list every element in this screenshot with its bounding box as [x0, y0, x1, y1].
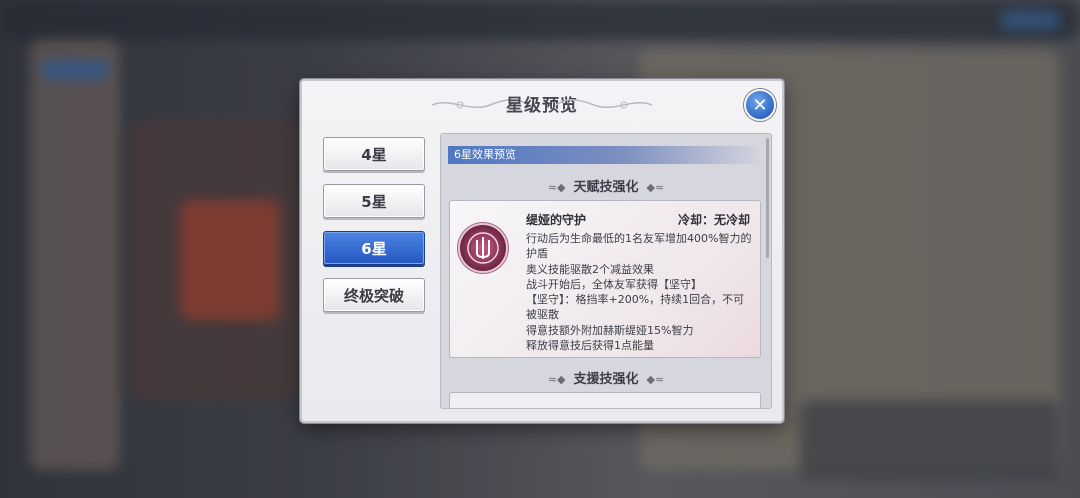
close-icon: ✕ — [752, 94, 768, 116]
section-ornament-icon: ◆≈ — [646, 373, 665, 386]
section-title-support: ≈◆ 支援技强化 ◆≈ — [547, 372, 665, 387]
skill-cooldown: 冷却：无冷却 — [677, 213, 750, 227]
title-ornament-right-icon — [555, 99, 653, 109]
section-ornament-icon: ≈◆ — [547, 373, 566, 386]
dialog-title-bar: 星级预览 ✕ — [302, 81, 782, 127]
skill-desc-line: 行动后为生命最低的1名友军增加400%智力的护盾 — [526, 232, 752, 261]
skill-card: 缇娅的守护 冷却：无冷却 行动后为生命最低的1名友军增加400%智力的护盾 奥义… — [449, 200, 761, 358]
section-ornament-icon: ≈◆ — [547, 181, 566, 194]
skill-description: 行动后为生命最低的1名友军增加400%智力的护盾 奥义技能驱散2个减益效果 战斗… — [526, 231, 754, 353]
tab-ultimate-breakthrough[interactable]: 终极突破 — [323, 278, 425, 312]
tab-6-star[interactable]: 6星 — [323, 231, 425, 265]
skill-desc-line: 战斗开始后，全体友军获得【坚守】 — [526, 277, 702, 291]
skill-desc-line: 释放得意技后获得1点能量 — [526, 339, 654, 353]
skill-desc-line: 【坚守】：格挡率+200%，持续1回合，不可被驱散 — [526, 293, 745, 322]
skill-name: 缇娅的守护 — [526, 213, 587, 227]
dialog-title: 星级预览 — [506, 96, 578, 116]
skill-desc-line: 奥义技能驱散2个减益效果 — [526, 262, 654, 276]
section-ornament-icon: ◆≈ — [646, 181, 665, 194]
tab-4-star[interactable]: 4星 — [323, 137, 425, 171]
skill-card-partial — [449, 392, 761, 408]
section-title-talent: ≈◆ 天赋技强化 ◆≈ — [547, 180, 665, 195]
effect-preview-panel[interactable]: 6星效果预览 ≈◆ 天赋技强化 ◆≈ 缇娅的守护 冷却：无冷却 行动后为生命最低的1… — [440, 133, 772, 409]
skill-shield-icon — [460, 225, 506, 271]
skill-desc-line: 得意技额外附加赫斯缇娅15%智力 — [526, 323, 694, 337]
close-button[interactable]: ✕ — [744, 89, 776, 121]
star-preview-dialog: 星级预览 ✕ 4星 5星 6星 终极突破 6星效果预览 ≈◆ 天赋技强化 ◆≈ 缇娅… — [300, 79, 784, 423]
panel-scrollbar[interactable] — [766, 138, 769, 258]
tab-5-star[interactable]: 5星 — [323, 184, 425, 218]
panel-header: 6星效果预览 — [448, 146, 764, 164]
